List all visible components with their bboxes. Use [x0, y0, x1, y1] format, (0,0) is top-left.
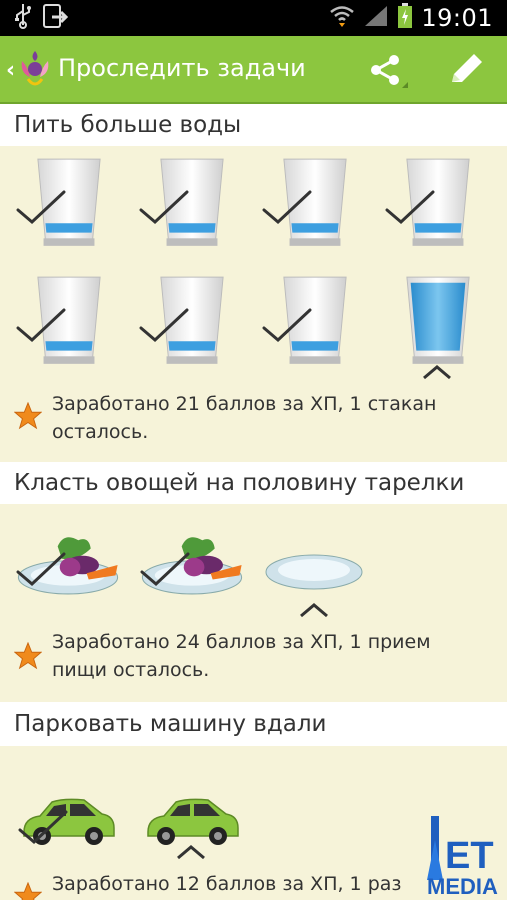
share-icon[interactable]: [368, 52, 408, 96]
reward-text: Заработано 21 баллов за ХП, 1 стакан ост…: [52, 393, 437, 443]
plate-empty-icon[interactable]: [264, 552, 364, 592]
sync-icon: [42, 3, 69, 33]
checkmark-icon: [139, 306, 189, 346]
section-title: Парковать машину вдали: [14, 711, 327, 737]
section-vegetables: Заработано 24 баллов за ХП, 1 прием пищи…: [0, 504, 507, 702]
app-logo-icon[interactable]: [18, 49, 52, 93]
status-bar: 19:01: [0, 0, 507, 36]
section-header-water: Пить больше воды: [0, 104, 507, 146]
checkmark-icon: [385, 188, 435, 228]
section-title: Пить больше воды: [14, 112, 242, 138]
checkmark-icon: [140, 550, 190, 590]
section-title: Класть овощей на половину тарелки: [14, 470, 465, 496]
section-water: Заработано 21 баллов за ХП, 1 стакан ост…: [0, 146, 507, 460]
reward-text: Заработано 24 баллов за ХП, 1 прием пищи…: [52, 631, 431, 681]
edit-icon[interactable]: [446, 50, 486, 94]
reward-text: Заработано 12 баллов за ХП, 1 раз: [52, 873, 402, 895]
checkmark-icon: [139, 188, 189, 228]
watermark-logo: ЕТ MEDIA: [405, 810, 505, 900]
caret-up-icon: [422, 364, 452, 380]
clock: 19:01: [421, 4, 493, 32]
water-glass-full-icon[interactable]: [405, 274, 471, 366]
checkmark-icon: [16, 188, 66, 228]
battery-charging-icon: [397, 3, 413, 33]
reward-row: Заработано 12 баллов за ХП, 1 раз: [14, 870, 452, 900]
action-bar: ‹ Проследить задачи: [0, 36, 507, 104]
wifi-icon: [329, 4, 355, 32]
checkmark-icon: [262, 306, 312, 346]
signal-icon: [363, 4, 389, 32]
checkmark-icon: [18, 808, 68, 848]
reward-row: Заработано 24 баллов за ХП, 1 прием пищи…: [14, 628, 452, 684]
checkmark-icon: [262, 188, 312, 228]
watermark-text-bottom: MEDIA: [427, 874, 498, 899]
caret-up-icon: [299, 602, 329, 618]
watermark-text-top: ЕТ: [445, 835, 494, 877]
star-icon: [14, 882, 42, 900]
section-header-vegetables: Класть овощей на половину тарелки: [0, 462, 507, 504]
caret-up-icon: [176, 844, 206, 860]
star-icon: [14, 642, 42, 670]
checkmark-icon: [16, 550, 66, 590]
page-title: Проследить задачи: [58, 54, 306, 82]
usb-icon: [14, 3, 32, 33]
reward-row: Заработано 21 баллов за ХП, 1 стакан ост…: [14, 390, 452, 446]
star-icon: [14, 402, 42, 430]
car-icon[interactable]: [142, 792, 242, 852]
back-chevron-icon[interactable]: ‹: [6, 58, 15, 83]
section-header-parking: Парковать машину вдали: [0, 702, 507, 746]
checkmark-icon: [16, 306, 66, 346]
